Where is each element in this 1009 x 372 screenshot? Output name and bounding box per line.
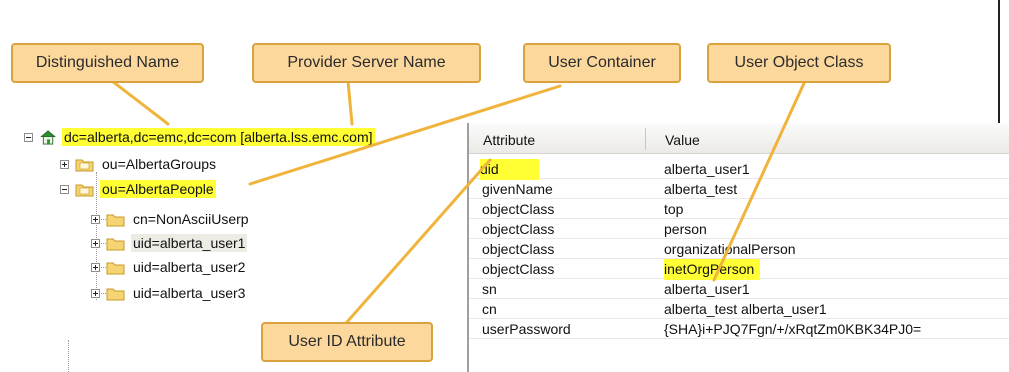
leader-line: [345, 158, 492, 324]
callout-user-id-attribute: User ID Attribute: [261, 322, 433, 362]
callout-distinguished-name: Distinguished Name: [11, 43, 204, 83]
leader-line: [346, 79, 354, 126]
leader-line: [712, 79, 807, 282]
callout-user-object-class: User Object Class: [707, 43, 891, 83]
leader-line: [248, 84, 562, 186]
callout-user-container: User Container: [523, 43, 681, 83]
leader-line: [110, 79, 170, 126]
callout-provider-server-name: Provider Server Name: [252, 43, 481, 83]
